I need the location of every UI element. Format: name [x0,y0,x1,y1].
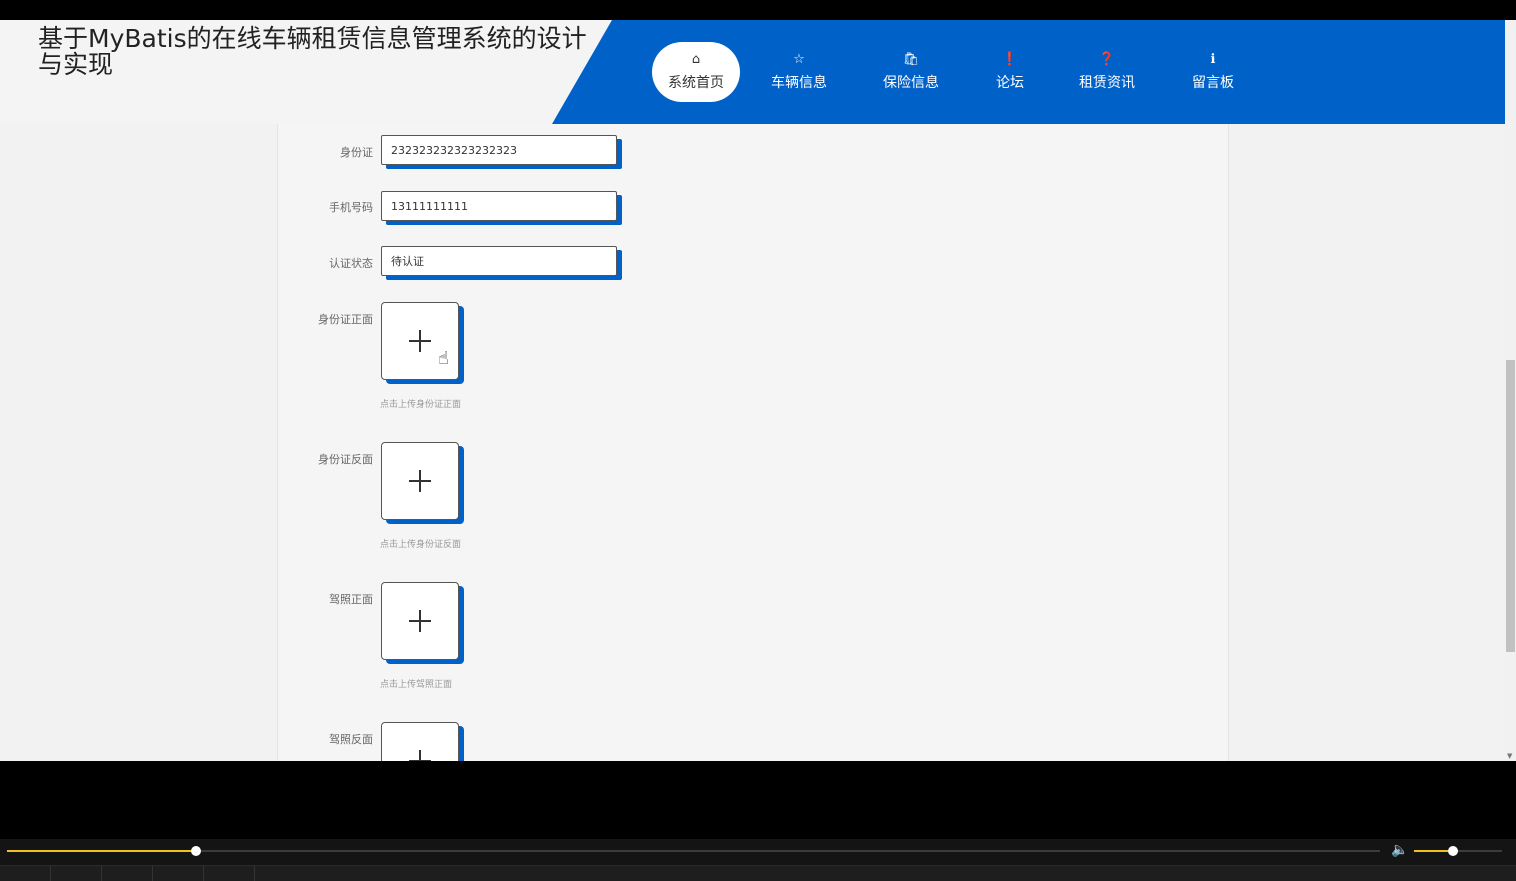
nav-home-label: 系统首页 [668,75,724,91]
nav-forum[interactable]: ❗ 论坛 [996,42,1024,102]
home-icon: ⌂ [691,52,701,67]
id-front-label: 身份证正面 [318,313,373,326]
license-front-upload-hint: 点击上传驾照正面 [380,680,453,690]
form-panel: 身份证 手机号码 认证状态 身份证正面 点击上传身份证正面 ☝ 身份证反面 点击… [277,124,1229,761]
progress-knob[interactable] [191,846,202,856]
plus-icon [409,330,431,352]
id-front-upload-hint: 点击上传身份证正面 [380,400,462,410]
volume-knob[interactable] [1447,846,1458,856]
id-card-label: 身份证 [340,146,373,159]
control-button[interactable] [0,866,51,881]
nav-bar: ⌂ 系统首页 ☆ 车辆信息 🛍 保险信息 ❗ 论坛 ❓ 租赁资讯 ℹ 留言板 [552,20,1505,124]
id-back-upload-hint: 点击上传身份证反面 [380,540,462,550]
nav-message-board[interactable]: ℹ 留言板 [1192,42,1234,102]
nav-rental-news-label: 租赁资讯 [1079,75,1135,91]
license-back-label: 驾照反面 [329,733,373,746]
control-button[interactable] [102,866,153,881]
auth-status-input[interactable] [381,246,617,276]
control-button[interactable] [204,866,255,881]
hand-cursor-icon: ☝ [438,348,449,369]
nav-insurance-info[interactable]: 🛍 保险信息 [883,42,939,102]
nav-vehicle-info[interactable]: ☆ 车辆信息 [771,42,827,102]
volume-slider[interactable] [1414,846,1502,856]
nav-home[interactable]: ⌂ 系统首页 [652,42,740,102]
control-button[interactable] [153,866,204,881]
nav-message-board-label: 留言板 [1192,75,1234,91]
nav-rental-news[interactable]: ❓ 租赁资讯 [1079,42,1135,102]
browser-viewport: 基于MyBatis的在线车辆租赁信息管理系统的设计与实现 ⌂ 系统首页 ☆ 车辆… [0,20,1516,761]
license-back-upload-button[interactable] [381,722,459,761]
bag-icon: 🛍 [902,52,920,67]
license-front-label: 驾照正面 [329,593,373,606]
info-icon: ℹ [1210,52,1216,67]
license-front-upload-button[interactable] [381,582,459,660]
plus-icon [409,610,431,632]
nav-vehicle-info-label: 车辆信息 [771,75,827,91]
exclamation-icon: ❗ [1001,52,1019,67]
star-icon: ☆ [793,52,805,67]
progress-fill [7,850,197,852]
nav-insurance-info-label: 保险信息 [883,75,939,91]
phone-input[interactable] [381,191,617,221]
id-card-input[interactable] [381,135,617,165]
volume-fill [1414,850,1453,852]
phone-label: 手机号码 [329,201,373,214]
player-control-row [0,865,1516,881]
page-scrollbar[interactable]: ▼ [1505,20,1516,761]
progress-slider[interactable] [7,846,1380,856]
question-icon: ❓ [1098,52,1116,67]
scroll-down-arrow-icon[interactable]: ▼ [1507,752,1512,760]
id-back-label: 身份证反面 [318,453,373,466]
scrollbar-thumb[interactable] [1506,360,1515,652]
control-button[interactable] [51,866,102,881]
nav-forum-label: 论坛 [996,75,1024,91]
video-player-controls: 🔈 [0,839,1516,881]
id-back-upload-button[interactable] [381,442,459,520]
site-title: 基于MyBatis的在线车辆租赁信息管理系统的设计与实现 [38,24,587,79]
auth-status-label: 认证状态 [329,257,373,270]
header-title-area: 基于MyBatis的在线车辆租赁信息管理系统的设计与实现 [0,20,620,124]
plus-icon [409,750,431,761]
plus-icon [409,470,431,492]
volume-icon[interactable]: 🔈 [1391,842,1408,858]
